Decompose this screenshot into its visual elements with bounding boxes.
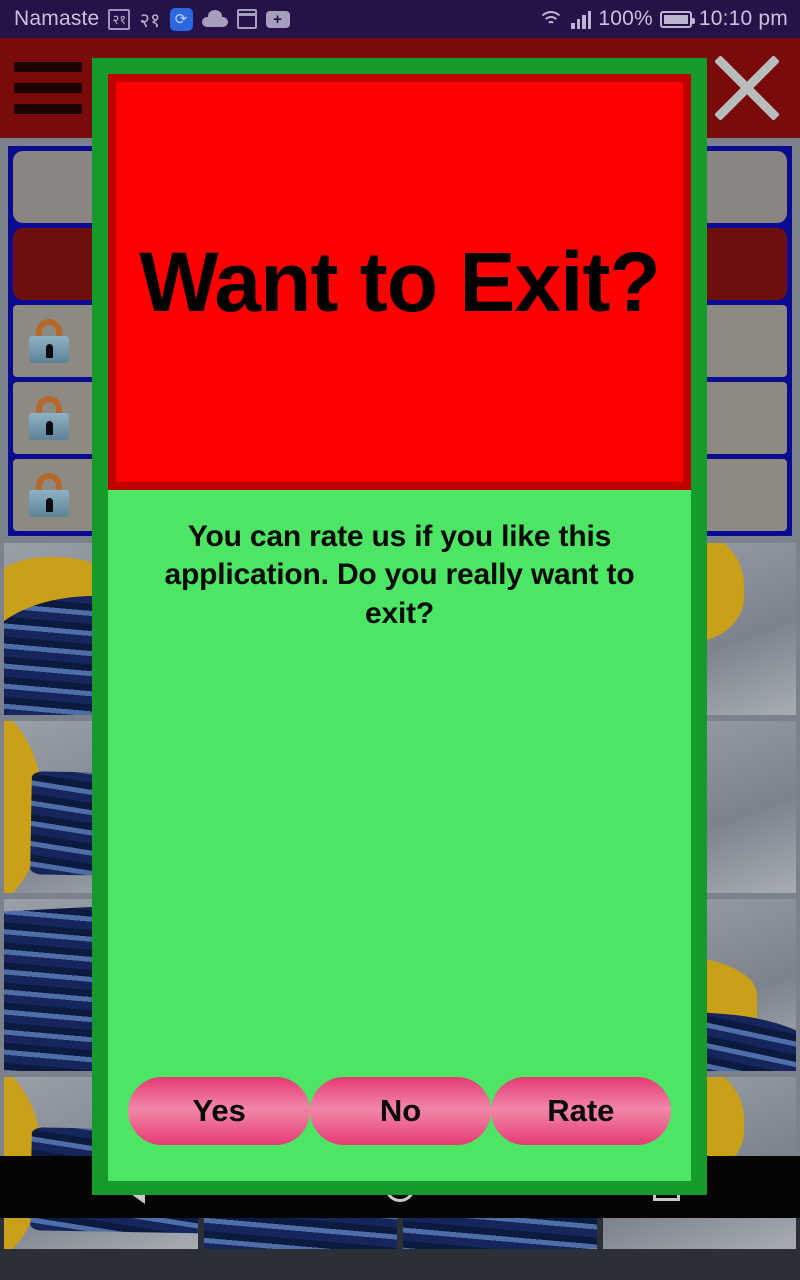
calendar-icon xyxy=(236,9,257,29)
dialog-body: You can rate us if you like this applica… xyxy=(108,490,691,1181)
status-bar-right: 100% 10:10 pm xyxy=(538,7,788,31)
dialog-message: You can rate us if you like this applica… xyxy=(164,520,635,630)
exit-confirmation-dialog: Want to Exit? You can rate us if you lik… xyxy=(92,58,707,1195)
phone-screen: Namaste २१ २१ ⟳ + 100% 10:10 pm Want to … xyxy=(0,0,800,1280)
lock-icon xyxy=(27,396,71,440)
cloud-icon xyxy=(201,10,228,27)
no-button[interactable]: No xyxy=(310,1077,491,1145)
dialog-button-row: Yes No Rate xyxy=(126,1077,673,1159)
status-bar: Namaste २१ २१ ⟳ + 100% 10:10 pm xyxy=(0,0,800,38)
devanagari-text: २१ xyxy=(139,9,161,32)
carrier-badge-icon: २१ xyxy=(108,8,131,30)
rate-button[interactable]: Rate xyxy=(490,1077,672,1145)
add-icon: + xyxy=(265,10,290,28)
dialog-title-panel: Want to Exit? xyxy=(108,74,691,490)
carrier-label: Namaste xyxy=(14,7,100,30)
signal-bars-icon xyxy=(571,9,592,29)
dialog-inner: Want to Exit? You can rate us if you lik… xyxy=(108,74,691,1181)
dialog-title: Want to Exit? xyxy=(139,235,660,329)
sync-icon: ⟳ xyxy=(169,7,193,31)
clock-label: 10:10 pm xyxy=(698,7,788,30)
lock-icon xyxy=(27,473,71,517)
hamburger-menu-icon[interactable] xyxy=(14,62,82,114)
battery-full-icon xyxy=(659,10,695,28)
status-bar-left: Namaste २१ २१ ⟳ + xyxy=(14,6,538,33)
yes-button[interactable]: Yes xyxy=(128,1077,311,1145)
wifi-icon xyxy=(538,9,565,29)
battery-percent-label: 100% xyxy=(598,7,653,30)
lock-icon xyxy=(27,319,71,363)
close-x-icon[interactable] xyxy=(708,49,786,127)
dialog-title-face: Want to Exit? xyxy=(116,82,683,482)
